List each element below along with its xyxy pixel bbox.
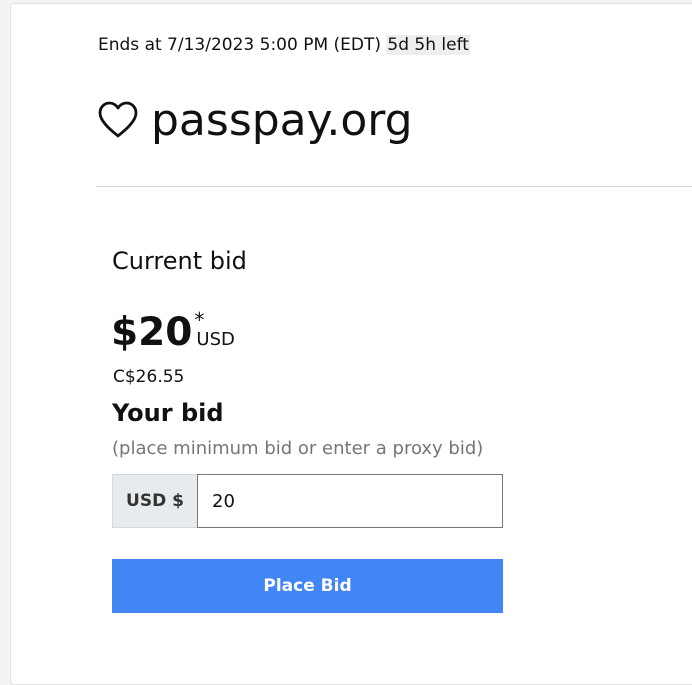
current-bid-amount: $20 — [111, 310, 193, 355]
heart-outline-icon — [98, 101, 138, 138]
heart-icon[interactable] — [96, 100, 140, 140]
bid-input-group: USD $ — [112, 474, 503, 528]
current-bid-price: $20 *USD — [111, 307, 235, 359]
converted-price: C$26.55 — [113, 367, 185, 387]
your-bid-heading: Your bid — [112, 399, 224, 427]
section-divider — [96, 186, 692, 187]
place-bid-button[interactable]: Place Bid — [112, 559, 503, 613]
current-bid-heading: Current bid — [112, 247, 247, 275]
auction-end-info: Ends at 7/13/2023 5:00 PM (EDT) 5d 5h le… — [98, 33, 470, 57]
bid-amount-input[interactable] — [197, 474, 503, 528]
footnote-marker: * — [194, 308, 205, 332]
bid-hint-text: (place minimum bid or enter a proxy bid) — [112, 438, 484, 459]
time-left-badge: 5d 5h left — [386, 35, 470, 55]
domain-name: passpay.org — [151, 95, 413, 146]
currency-prefix: USD $ — [112, 474, 197, 528]
current-bid-currency: USD — [196, 329, 235, 350]
auction-end-time: Ends at 7/13/2023 5:00 PM (EDT) — [98, 35, 382, 55]
